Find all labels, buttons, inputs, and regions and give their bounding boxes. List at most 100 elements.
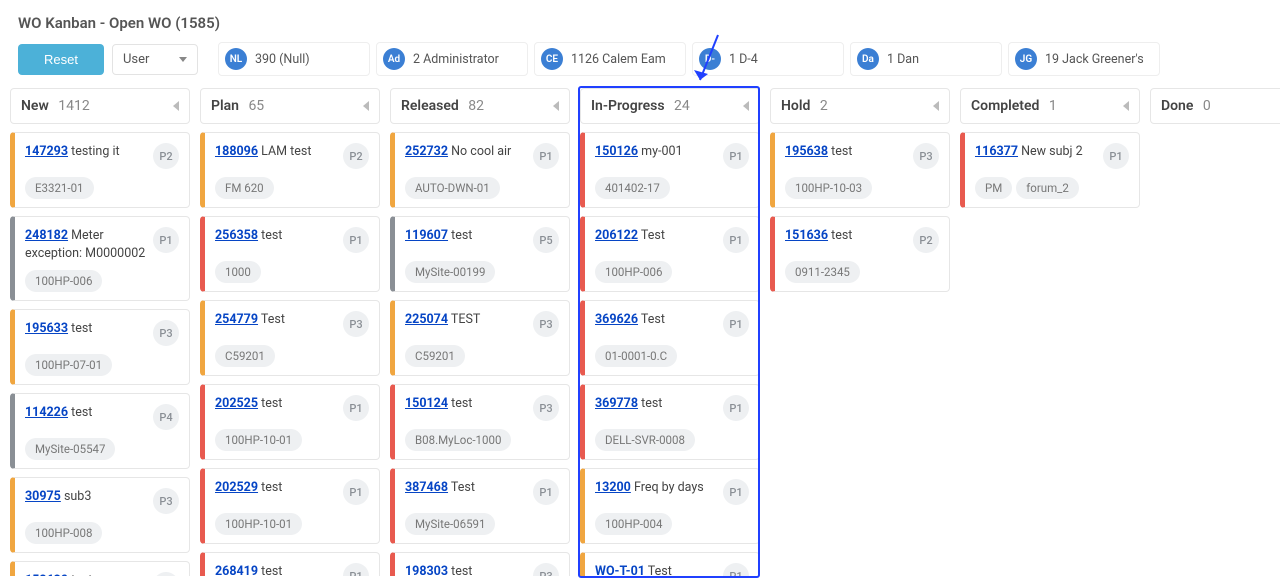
avatar: CE bbox=[541, 48, 563, 70]
card-chips: 0911-2345 bbox=[785, 261, 939, 283]
card-id-link[interactable]: WO-T-01 bbox=[595, 564, 645, 576]
kanban-card[interactable]: 202529 testP1100HP-10-01 bbox=[200, 468, 380, 544]
card-id-link[interactable]: 225074 bbox=[405, 312, 448, 327]
card-id-link[interactable]: 195633 bbox=[25, 321, 68, 336]
column-body: 147293 testing itP2E3321-01 248182 Meter … bbox=[10, 132, 190, 576]
kanban-card[interactable]: 13200 Freq by daysP1100HP-004 bbox=[580, 468, 760, 544]
kanban-card[interactable]: 30975 sub3P3100HP-008 bbox=[10, 477, 190, 553]
column-header[interactable]: Completed 1 bbox=[960, 88, 1140, 124]
chevron-left-icon[interactable] bbox=[173, 101, 179, 111]
column-header[interactable]: Plan 65 bbox=[200, 88, 380, 124]
column-header[interactable]: Released 82 bbox=[390, 88, 570, 124]
priority-badge: P3 bbox=[153, 320, 179, 346]
card-id-link[interactable]: 151636 bbox=[785, 228, 828, 243]
card-id-link[interactable]: 369626 bbox=[595, 312, 638, 327]
toolbar: Reset User NL390 (Null)Ad2 Administrator… bbox=[0, 42, 1280, 88]
kanban-card[interactable]: 188096 LAM testP2FM 620 bbox=[200, 132, 380, 208]
kanban-card[interactable]: 114226 testP4MySite-05547 bbox=[10, 393, 190, 469]
card-id-link[interactable]: 13200 bbox=[595, 480, 631, 495]
card-id-link[interactable]: 198303 bbox=[405, 564, 448, 576]
user-chip[interactable]: Ad2 Administrator bbox=[376, 42, 528, 76]
card-desc: Freq by days bbox=[631, 480, 704, 495]
kanban-card[interactable]: 369778 testP1DELL-SVR-0008 bbox=[580, 384, 760, 460]
chevron-left-icon[interactable] bbox=[553, 101, 559, 111]
card-id-link[interactable]: 195638 bbox=[785, 144, 828, 159]
card-desc: TEST bbox=[448, 312, 480, 327]
column-header[interactable]: Done 0 bbox=[1150, 88, 1280, 124]
kanban-card[interactable]: 225074 TESTP3C59201 bbox=[390, 300, 570, 376]
chip: 1000 bbox=[215, 261, 261, 283]
kanban-card[interactable]: 150126 my-001P1401402-17 bbox=[580, 132, 760, 208]
card-desc: test bbox=[828, 228, 852, 243]
card-id-link[interactable]: 248182 bbox=[25, 228, 68, 243]
card-id-link[interactable]: 152630 bbox=[25, 573, 68, 576]
card-chips: 401402-17 bbox=[595, 177, 749, 199]
user-chip-label: 19 Jack Greener's bbox=[1045, 52, 1144, 67]
kanban-card[interactable]: 254779 TestP3C59201 bbox=[200, 300, 380, 376]
kanban-card[interactable]: 252732 No cool airP1AUTO-DWN-01 bbox=[390, 132, 570, 208]
kanban-card[interactable]: 147293 testing itP2E3321-01 bbox=[10, 132, 190, 208]
chevron-left-icon[interactable] bbox=[933, 101, 939, 111]
kanban-card[interactable]: 369626 TestP101-0001-0.C bbox=[580, 300, 760, 376]
kanban-card[interactable]: 202525 testP1100HP-10-01 bbox=[200, 384, 380, 460]
kanban-card[interactable]: 150124 testP3B08.MyLoc-1000 bbox=[390, 384, 570, 460]
user-select[interactable]: User bbox=[112, 44, 198, 75]
user-chip-label: 1 D-4 bbox=[729, 52, 758, 67]
card-id-link[interactable]: 116377 bbox=[975, 144, 1018, 159]
card-id-link[interactable]: 150126 bbox=[595, 144, 638, 159]
column-body: 188096 LAM testP2FM 620 256358 testP11000… bbox=[200, 132, 380, 576]
card-chips: 100HP-07-01 bbox=[25, 354, 179, 376]
card-id-link[interactable]: 188096 bbox=[215, 144, 258, 159]
user-chip[interactable]: JG19 Jack Greener's bbox=[1008, 42, 1160, 76]
column-header[interactable]: New 1412 bbox=[10, 88, 190, 124]
card-chips: 100HP-008 bbox=[25, 522, 179, 544]
card-id-link[interactable]: 268419 bbox=[215, 564, 258, 576]
card-id-link[interactable]: 150124 bbox=[405, 396, 448, 411]
card-id-link[interactable]: 202529 bbox=[215, 480, 258, 495]
chevron-left-icon[interactable] bbox=[1123, 101, 1129, 111]
card-id-link[interactable]: 256358 bbox=[215, 228, 258, 243]
card-chips: 100HP-004 bbox=[595, 513, 749, 535]
column-header[interactable]: In-Progress 24 bbox=[580, 88, 760, 124]
user-chip[interactable]: D-1 D-4 bbox=[692, 42, 844, 76]
kanban-card[interactable]: 151636 testP20911-2345 bbox=[770, 216, 950, 292]
card-id-link[interactable]: 254779 bbox=[215, 312, 258, 327]
card-id-link[interactable]: 30975 bbox=[25, 489, 61, 504]
card-id-link[interactable]: 119607 bbox=[405, 228, 448, 243]
card-id-link[interactable]: 206122 bbox=[595, 228, 638, 243]
chevron-left-icon[interactable] bbox=[743, 101, 749, 111]
column-name: Done bbox=[1161, 98, 1193, 114]
kanban-card[interactable]: 248182 Meter exception: M0000002P1100HP-… bbox=[10, 216, 190, 301]
reset-button[interactable]: Reset bbox=[18, 44, 104, 75]
column-name: In-Progress bbox=[591, 98, 665, 114]
card-id-link[interactable]: 387468 bbox=[405, 480, 448, 495]
kanban-card[interactable]: 119607 testP5MySite-00199 bbox=[390, 216, 570, 292]
column-header[interactable]: Hold 2 bbox=[770, 88, 950, 124]
kanban-card[interactable]: 256358 testP11000 bbox=[200, 216, 380, 292]
kanban-card[interactable]: 387468 TestP1MySite-06591 bbox=[390, 468, 570, 544]
card-id-link[interactable]: 252732 bbox=[405, 144, 448, 159]
card-id-link[interactable]: 369778 bbox=[595, 396, 638, 411]
card-id-link[interactable]: 147293 bbox=[25, 144, 68, 159]
card-id-link[interactable]: 114226 bbox=[25, 405, 68, 420]
column-count: 24 bbox=[671, 98, 690, 114]
chip: 401402-17 bbox=[595, 177, 670, 199]
kanban-card[interactable]: 195633 testP3100HP-07-01 bbox=[10, 309, 190, 385]
card-desc: testing it bbox=[68, 144, 120, 159]
chevron-left-icon[interactable] bbox=[363, 101, 369, 111]
kanban-card[interactable]: WO-T-01 TestP1A0001524 bbox=[580, 552, 760, 576]
card-title: 151636 test bbox=[785, 227, 909, 245]
user-chip[interactable]: NL390 (Null) bbox=[218, 42, 370, 76]
user-chip-label: 1126 Calem Eam bbox=[571, 52, 666, 67]
kanban-card[interactable]: 116377 New subj 2P1PMforum_2 bbox=[960, 132, 1140, 208]
kanban-card[interactable]: 152630 testP2100HP-004 bbox=[10, 561, 190, 576]
card-id-link[interactable]: 202525 bbox=[215, 396, 258, 411]
kanban-card[interactable]: 198303 testP3SERVER-0005 bbox=[390, 552, 570, 576]
user-chip-label: 2 Administrator bbox=[413, 52, 499, 67]
kanban-card[interactable]: 206122 TestP1100HP-006 bbox=[580, 216, 760, 292]
kanban-card[interactable]: 268419 testP1100HP-004 bbox=[200, 552, 380, 576]
kanban-card[interactable]: 195638 testP3100HP-10-03 bbox=[770, 132, 950, 208]
user-chip[interactable]: CE 1126 Calem Eam bbox=[534, 42, 686, 76]
user-chip[interactable]: Da1 Dan bbox=[850, 42, 1002, 76]
chip: B08.MyLoc-1000 bbox=[405, 429, 511, 451]
